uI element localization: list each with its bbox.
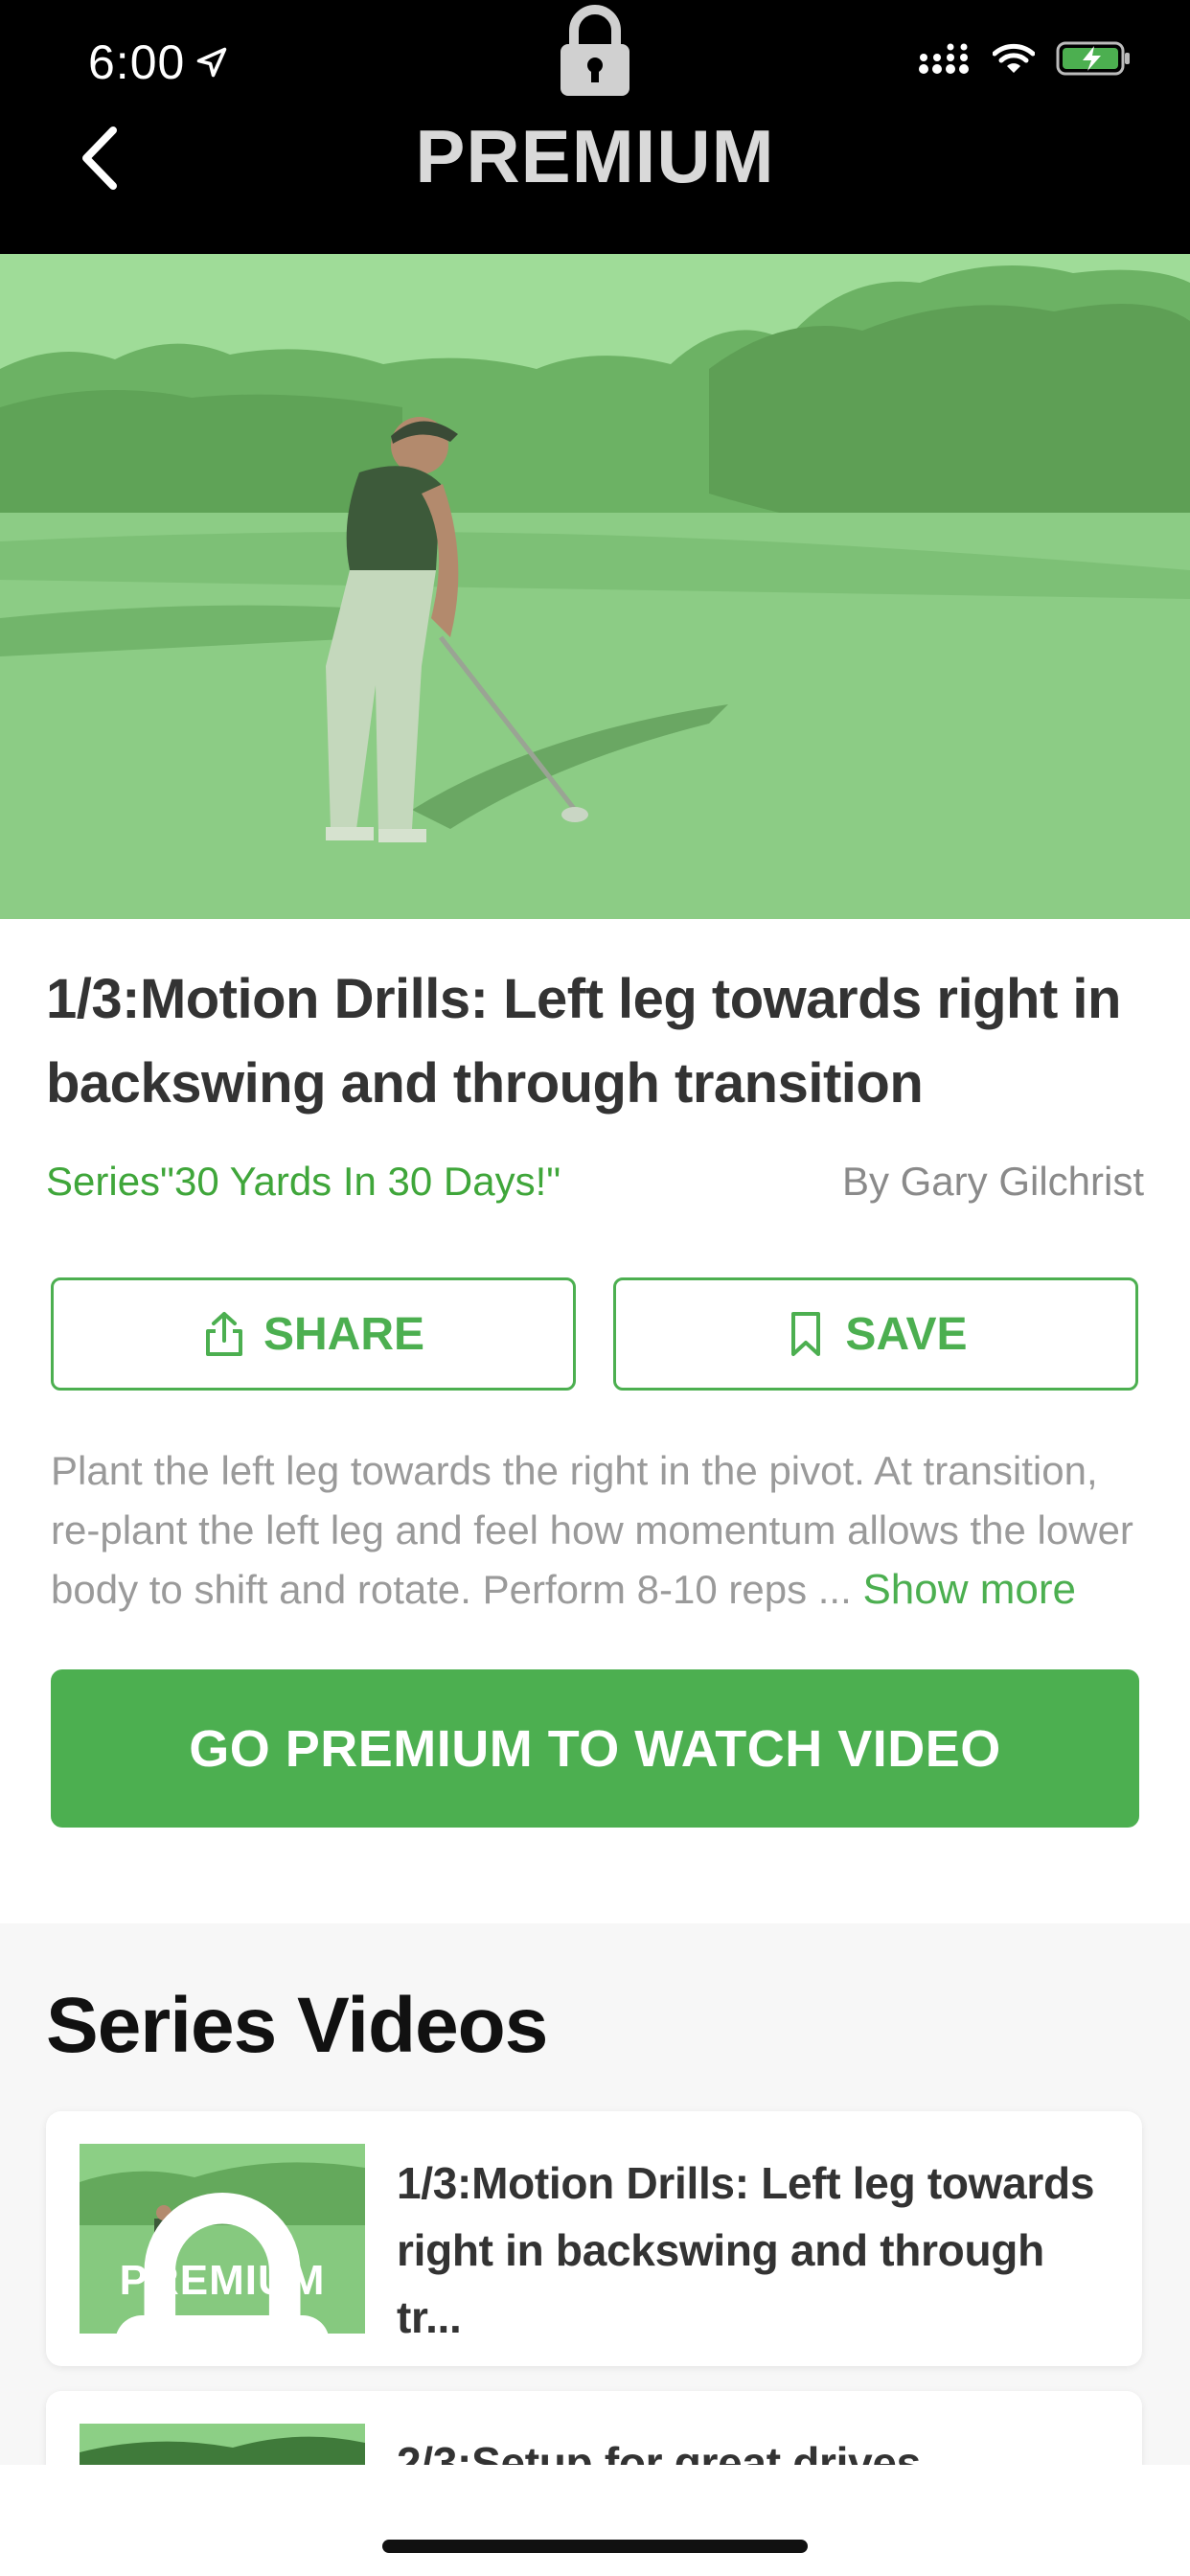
status-time: 6:00 <box>88 34 229 90</box>
share-label: SHARE <box>263 1308 425 1360</box>
bookmark-icon <box>791 1312 821 1356</box>
series-video-title: 1/3:Motion Drills: Left leg towards righ… <box>397 2158 1095 2342</box>
share-icon <box>205 1312 242 1356</box>
lock-icon <box>80 2173 365 2334</box>
share-button[interactable]: SHARE <box>51 1277 576 1391</box>
video-hero-image[interactable] <box>0 254 1190 919</box>
page-title: PREMIUM <box>415 114 775 198</box>
bottom-safe-area <box>0 2465 1190 2576</box>
battery-charging-icon <box>1056 41 1130 76</box>
cellular-signal-icon <box>919 43 969 74</box>
video-description: Plant the left leg towards the right in … <box>51 1441 1143 1620</box>
premium-badge: PREMIUM <box>119 2257 326 2304</box>
home-indicator[interactable] <box>382 2540 808 2553</box>
show-more-link[interactable]: Show more <box>862 1566 1076 1613</box>
golfer-photo <box>0 254 1190 919</box>
go-premium-button[interactable]: GO PREMIUM TO WATCH VIDEO <box>51 1669 1139 1828</box>
video-title: 1/3:Motion Drills: Left leg towards righ… <box>46 968 1121 1115</box>
status-icons <box>918 40 1133 77</box>
video-thumbnail: PREMIUM <box>80 2144 365 2334</box>
save-button[interactable]: SAVE <box>613 1277 1138 1391</box>
series-videos-heading: Series Videos <box>46 1982 548 2069</box>
wifi-icon <box>993 43 1035 73</box>
save-label: SAVE <box>845 1308 968 1360</box>
location-arrow-icon <box>197 47 227 78</box>
status-time-text: 6:00 <box>88 35 186 89</box>
series-link[interactable]: Series"30 Yards In 30 Days!" <box>46 1159 561 1205</box>
list-item[interactable]: PREMIUM 1/3:Motion Drills: Left leg towa… <box>46 2111 1142 2366</box>
author-name: By Gary Gilchrist <box>841 1159 1144 1204</box>
top-header: 6:00 PREMIUM <box>0 0 1190 254</box>
lock-icon <box>561 5 629 96</box>
